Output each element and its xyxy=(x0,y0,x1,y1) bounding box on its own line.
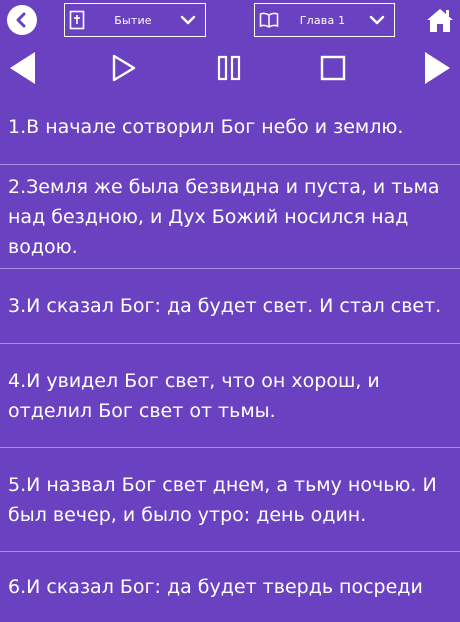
verse-item[interactable]: 6.И сказал Бог: да будет твердь посреди xyxy=(0,552,460,622)
play-button[interactable] xyxy=(108,46,140,90)
playback-controls xyxy=(0,46,460,90)
verse-text: 4.И увидел Бог свет, что он хорош, и отд… xyxy=(8,369,380,422)
verse-text: 5.И назвал Бог свет днем, а тьму ночью. … xyxy=(8,473,437,526)
next-icon xyxy=(425,52,450,84)
verse-item[interactable]: 1.В начале сотворил Бог небо и землю. xyxy=(0,90,460,165)
top-bar: Бытие Глава 1 xyxy=(0,0,460,42)
pause-icon xyxy=(217,55,241,81)
verse-item[interactable]: 4.И увидел Бог свет, что он хорош, и отд… xyxy=(0,344,460,448)
verse-text: 2.Земля же была безвидна и пуста, и тьма… xyxy=(8,175,440,258)
verse-item[interactable]: 2.Земля же была безвидна и пуста, и тьма… xyxy=(0,165,460,269)
verse-text: 3.И сказал Бог: да будет свет. И стал св… xyxy=(8,295,442,317)
back-arrow-icon xyxy=(16,12,26,28)
chevron-down-icon xyxy=(366,9,388,31)
home-button[interactable] xyxy=(425,6,455,34)
open-book-icon xyxy=(259,9,279,31)
play-icon xyxy=(112,54,136,82)
verse-list: 1.В начале сотворил Бог небо и землю. 2.… xyxy=(0,90,460,622)
bible-icon xyxy=(69,9,89,31)
stop-icon xyxy=(320,55,346,81)
verse-text: 1.В начале сотворил Бог небо и землю. xyxy=(8,116,404,138)
chapter-select-label: Глава 1 xyxy=(299,13,346,27)
previous-button[interactable] xyxy=(4,46,40,90)
next-button[interactable] xyxy=(420,46,456,90)
chevron-down-icon xyxy=(177,9,199,31)
book-select-label: Бытие xyxy=(114,13,152,27)
back-button[interactable] xyxy=(7,5,37,35)
book-select[interactable]: Бытие xyxy=(64,3,206,37)
verse-item[interactable]: 3.И сказал Бог: да будет свет. И стал св… xyxy=(0,269,460,344)
verse-text: 6.И сказал Бог: да будет твердь посреди xyxy=(8,576,423,598)
pause-button[interactable] xyxy=(213,46,245,90)
chapter-select[interactable]: Глава 1 xyxy=(254,3,395,37)
previous-icon xyxy=(10,52,35,84)
stop-button[interactable] xyxy=(318,46,348,90)
home-icon xyxy=(427,9,453,32)
verse-item[interactable]: 5.И назвал Бог свет днем, а тьму ночью. … xyxy=(0,448,460,552)
